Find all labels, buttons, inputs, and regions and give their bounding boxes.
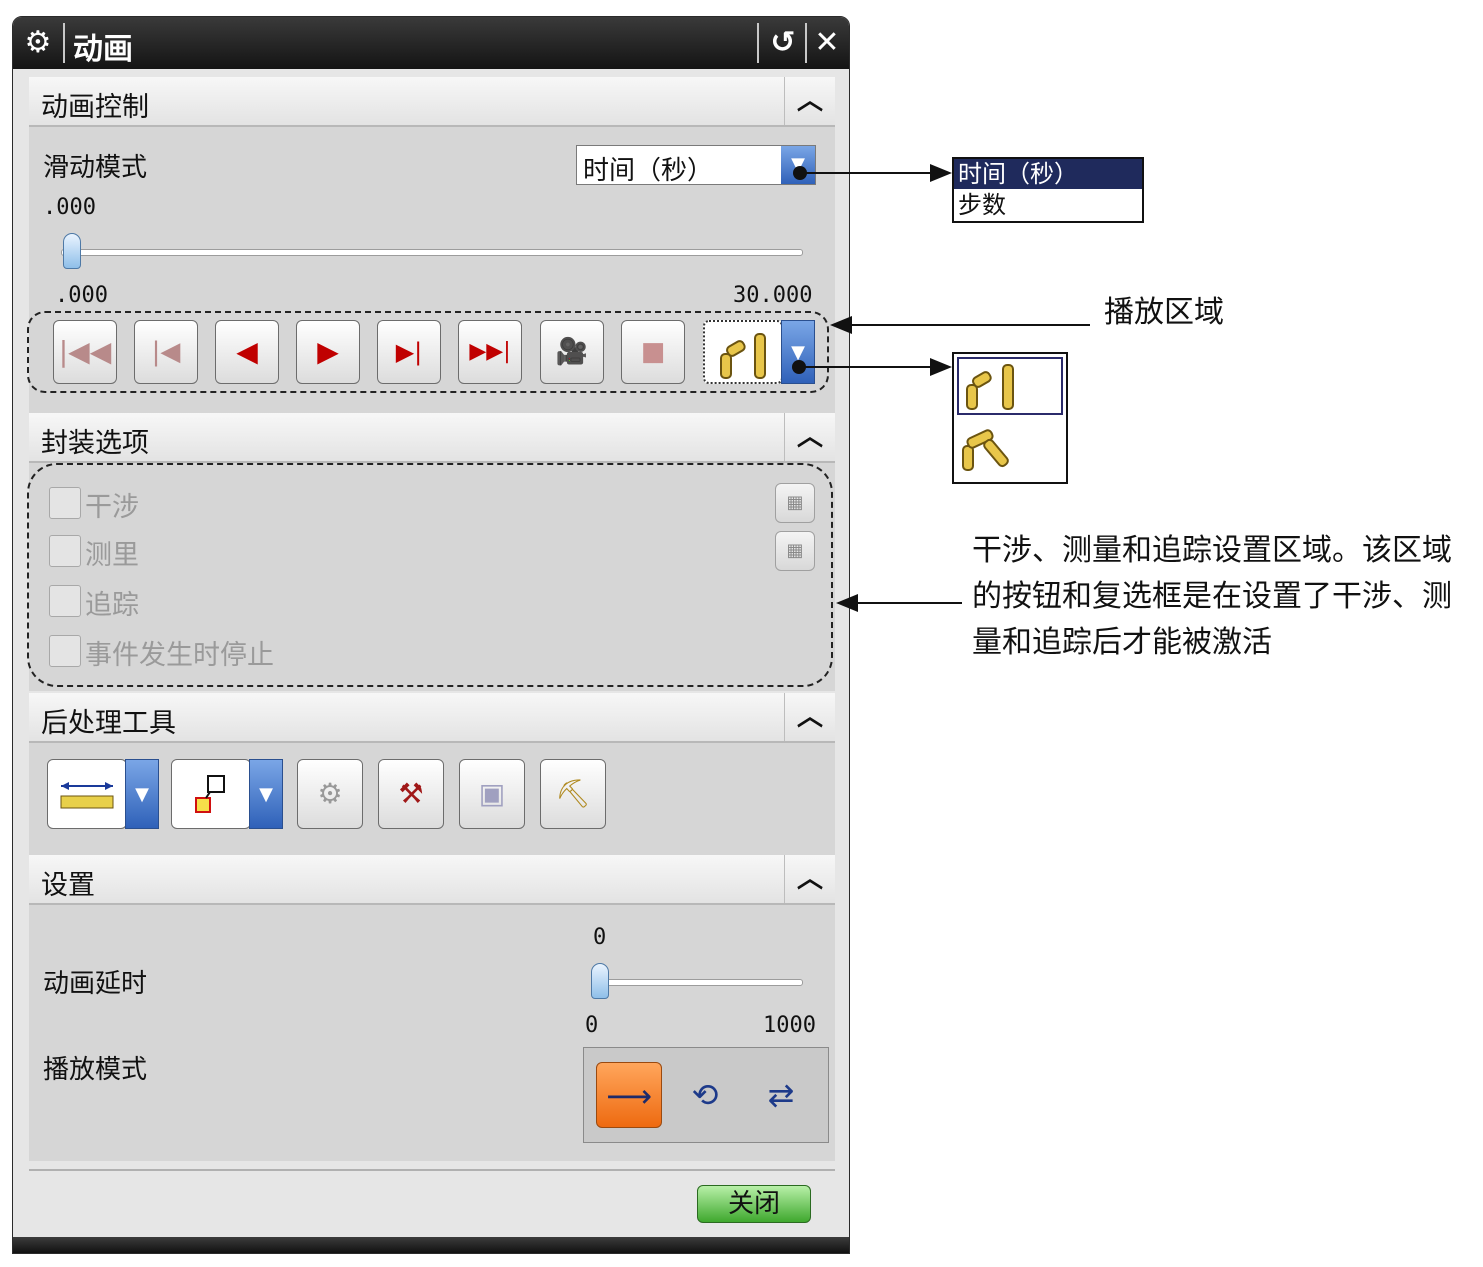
section-title: 后处理工具 bbox=[41, 708, 176, 739]
to-start-button[interactable]: |◀◀ bbox=[53, 320, 117, 384]
slide-mode-value: 时间（秒） bbox=[583, 156, 714, 186]
slider-min-value: .000 bbox=[55, 283, 108, 308]
ruler-icon bbox=[60, 782, 114, 809]
delay-slider-track[interactable] bbox=[593, 979, 803, 986]
measure-settings-icon[interactable]: ▦ bbox=[775, 531, 815, 571]
option-label-interference: 干涉 bbox=[85, 492, 139, 523]
slide-mode-dropdown-popup: 时间（秒） 步数 bbox=[952, 157, 1144, 223]
dropdown-option-linkage[interactable] bbox=[957, 357, 1063, 415]
checkbox-stop-on-event[interactable] bbox=[49, 635, 81, 667]
checkbox-measure[interactable] bbox=[49, 535, 81, 567]
option-label-stop-on-event: 事件发生时停止 bbox=[85, 640, 274, 671]
section-header-settings[interactable]: 设置 ︿ bbox=[29, 855, 835, 905]
footer-divider bbox=[29, 1169, 835, 1171]
play-mode-label: 播放模式 bbox=[43, 1055, 148, 1085]
package-tool-button[interactable]: ▣ bbox=[459, 759, 525, 829]
section-title: 封装选项 bbox=[41, 428, 149, 459]
model-mode-button[interactable] bbox=[703, 320, 783, 384]
gear-icon[interactable]: ⚙ bbox=[21, 26, 55, 60]
window-title: 动画 bbox=[73, 32, 133, 67]
loop-icon[interactable]: ⟲ bbox=[672, 1062, 738, 1128]
title-separator bbox=[805, 23, 807, 63]
play-once-button[interactable]: ⟶ bbox=[596, 1062, 662, 1128]
interference-tool-button[interactable]: ⚙ bbox=[297, 759, 363, 829]
callout-arrow bbox=[836, 594, 858, 612]
trace-tool-button[interactable] bbox=[171, 759, 251, 829]
time-slider-thumb[interactable] bbox=[63, 233, 81, 269]
title-separator bbox=[63, 23, 65, 63]
slide-mode-select[interactable]: 时间（秒） ▼ bbox=[576, 145, 816, 186]
section-header-packaging[interactable]: 封装选项 ︿ bbox=[29, 413, 835, 463]
checkbox-trace[interactable] bbox=[49, 585, 81, 617]
stop-button[interactable]: ■ bbox=[621, 320, 685, 384]
model-mode-dropdown-arrow[interactable]: ▼ bbox=[781, 320, 815, 384]
delay-label: 动画延时 bbox=[43, 969, 148, 999]
delay-max-value: 1000 bbox=[763, 1013, 816, 1038]
time-slider-track[interactable] bbox=[61, 249, 803, 256]
interference-note: 干涉、测量和追踪设置区域。该区域 的按钮和复选框是在设置了干涉、测 量和追踪后才… bbox=[972, 528, 1477, 666]
model-mode-dropdown-popup bbox=[952, 352, 1068, 484]
play-mode-group: ⟶ ⟲ ⇄ bbox=[583, 1047, 829, 1143]
section-title: 动画控制 bbox=[41, 92, 149, 123]
measure-tool-button[interactable] bbox=[47, 759, 127, 829]
measure-tool-dropdown-arrow[interactable]: ▼ bbox=[125, 759, 159, 829]
note-line: 干涉、测量和追踪设置区域。该区域 bbox=[972, 533, 1452, 568]
arm-icon bbox=[962, 429, 1009, 471]
play-back-button[interactable]: ◀ bbox=[215, 320, 279, 384]
close-icon[interactable]: ✕ bbox=[809, 25, 845, 61]
callout-line bbox=[800, 366, 932, 368]
section-header-post-tools[interactable]: 后处理工具 ︿ bbox=[29, 693, 835, 743]
title-bar: ⚙ 动画 ↺ ✕ bbox=[13, 17, 849, 69]
checkbox-interference[interactable] bbox=[49, 487, 81, 519]
trace-icon bbox=[195, 775, 225, 813]
snapshot-tool-button[interactable]: ⛏ bbox=[540, 759, 606, 829]
record-button[interactable]: 🎥 bbox=[540, 320, 604, 384]
to-end-button[interactable]: ▶▶| bbox=[458, 320, 522, 384]
callout-arrow bbox=[930, 358, 952, 376]
option-label-trace: 追踪 bbox=[85, 590, 139, 621]
reset-icon[interactable]: ↺ bbox=[765, 25, 801, 61]
callout-arrow bbox=[930, 164, 952, 182]
slide-mode-label: 滑动模式 bbox=[43, 153, 148, 183]
animation-dialog: ⚙ 动画 ↺ ✕ 动画控制 ︿ 滑动模式 时间（秒） ▼ .000 .000 3… bbox=[12, 16, 850, 1254]
collapse-icon[interactable]: ︿ bbox=[784, 855, 835, 903]
dropdown-option-arm[interactable] bbox=[957, 420, 1063, 478]
step-forward-button[interactable]: ▶| bbox=[377, 320, 441, 384]
slider-max-value: 30.000 bbox=[733, 283, 813, 308]
note-line: 的按钮和复选框是在设置了干涉、测 bbox=[972, 579, 1452, 614]
step-back-button[interactable]: |◀ bbox=[134, 320, 198, 384]
interference-settings-icon[interactable]: ▦ bbox=[775, 483, 815, 523]
slider-current-value: .000 bbox=[43, 195, 96, 220]
note-line: 量和追踪后才能被激活 bbox=[972, 625, 1272, 660]
delay-slider-thumb[interactable] bbox=[591, 963, 609, 999]
title-separator bbox=[757, 23, 759, 63]
callout-line bbox=[856, 602, 962, 604]
callout-arrow bbox=[830, 316, 852, 334]
close-button[interactable]: 关闭 bbox=[697, 1185, 811, 1223]
section-header-animation-control[interactable]: 动画控制 ︿ bbox=[29, 77, 835, 127]
reverse-icon[interactable]: ⇄ bbox=[748, 1062, 814, 1128]
play-area-caption: 播放区域 bbox=[1104, 295, 1224, 330]
delay-current-value: 0 bbox=[593, 925, 607, 950]
option-label-measure: 测里 bbox=[85, 540, 139, 571]
collapse-icon[interactable]: ︿ bbox=[784, 693, 835, 741]
collapse-icon[interactable]: ︿ bbox=[784, 413, 835, 461]
trace-tool-dropdown-arrow[interactable]: ▼ bbox=[249, 759, 283, 829]
play-forward-button[interactable]: ▶ bbox=[296, 320, 360, 384]
linkage-icon bbox=[720, 333, 766, 379]
collapse-icon[interactable]: ︿ bbox=[784, 77, 835, 125]
dropdown-option-steps[interactable]: 步数 bbox=[954, 189, 1142, 221]
bottom-bar bbox=[13, 1237, 849, 1253]
callout-line bbox=[850, 324, 1090, 326]
callout-line bbox=[800, 172, 932, 174]
delay-min-value: 0 bbox=[585, 1013, 599, 1038]
export-tool-button[interactable]: ⚒ bbox=[378, 759, 444, 829]
linkage-icon bbox=[966, 364, 1014, 410]
section-title: 设置 bbox=[41, 870, 95, 901]
dropdown-option-time[interactable]: 时间（秒） bbox=[954, 159, 1142, 189]
